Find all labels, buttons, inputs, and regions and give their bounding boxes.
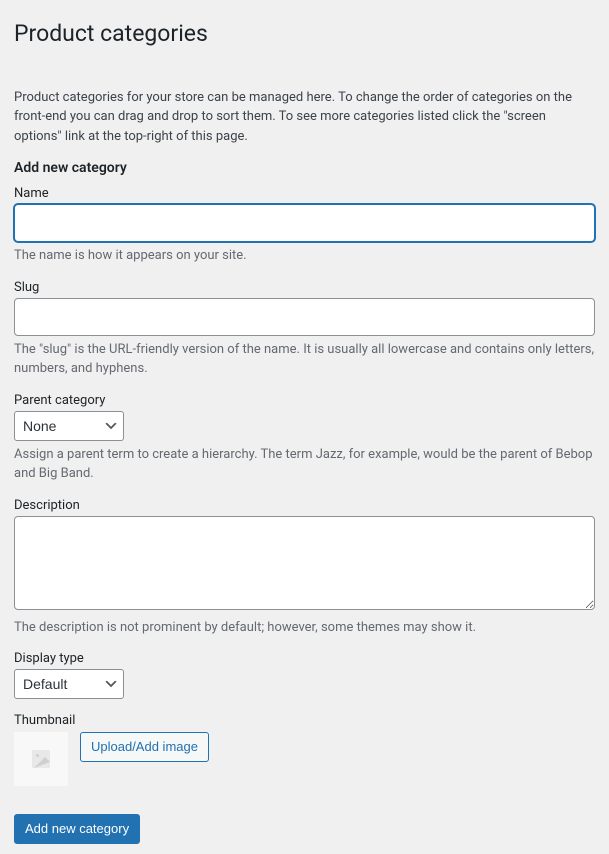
slug-field-wrapper: Slug The "slug" is the URL-friendly vers… bbox=[14, 280, 595, 379]
intro-text: Product categories for your store can be… bbox=[14, 88, 595, 147]
name-help: The name is how it appears on your site. bbox=[14, 246, 595, 266]
add-new-category-button[interactable]: Add new category bbox=[14, 814, 140, 844]
form-heading: Add new category bbox=[14, 160, 595, 176]
slug-label: Slug bbox=[14, 280, 595, 295]
parent-label: Parent category bbox=[14, 393, 595, 408]
thumbnail-placeholder bbox=[14, 732, 68, 786]
slug-input[interactable] bbox=[14, 298, 595, 336]
display-type-field-wrapper: Display type Default bbox=[14, 651, 595, 699]
parent-select[interactable]: None bbox=[14, 411, 124, 441]
parent-help: Assign a parent term to create a hierarc… bbox=[14, 445, 595, 484]
name-field-wrapper: Name The name is how it appears on your … bbox=[14, 186, 595, 266]
upload-image-button[interactable]: Upload/Add image bbox=[80, 732, 209, 762]
page-title: Product categories bbox=[14, 10, 595, 53]
description-field-wrapper: Description The description is not promi… bbox=[14, 498, 595, 638]
slug-help: The "slug" is the URL-friendly version o… bbox=[14, 340, 595, 379]
parent-field-wrapper: Parent category None Assign a parent ter… bbox=[14, 393, 595, 484]
display-type-select[interactable]: Default bbox=[14, 669, 124, 699]
description-help: The description is not prominent by defa… bbox=[14, 618, 595, 638]
description-textarea[interactable] bbox=[14, 516, 595, 610]
thumbnail-field-wrapper: Thumbnail Upload/Add image bbox=[14, 713, 595, 786]
display-type-label: Display type bbox=[14, 651, 595, 666]
image-placeholder-icon bbox=[29, 747, 53, 771]
thumbnail-label: Thumbnail bbox=[14, 713, 595, 728]
name-input[interactable] bbox=[14, 204, 595, 242]
description-label: Description bbox=[14, 498, 595, 513]
name-label: Name bbox=[14, 186, 595, 201]
